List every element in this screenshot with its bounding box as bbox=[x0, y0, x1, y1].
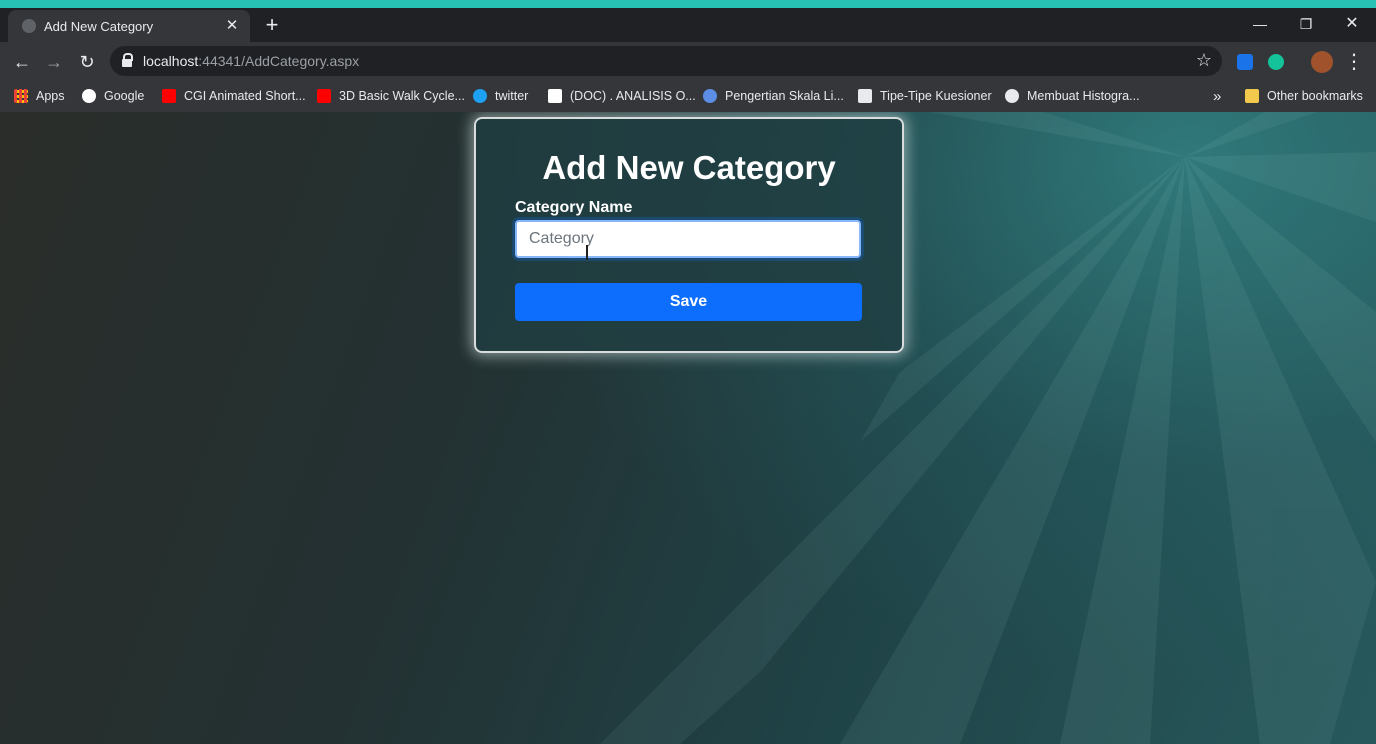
tab-strip: Add New Category ✕ + — ❐ ✕ bbox=[0, 8, 1376, 42]
bookmark-membuat-histogram[interactable]: Membuat Histogra... bbox=[1005, 86, 1140, 106]
text-cursor-icon bbox=[586, 245, 588, 260]
bookmark-tipe-tipe-kuesioner[interactable]: Tipe-Tipe Kuesioner bbox=[858, 86, 992, 106]
window-top-band bbox=[0, 0, 1376, 8]
tab-add-new-category[interactable]: Add New Category ✕ bbox=[8, 10, 250, 42]
back-button[interactable]: ← bbox=[10, 50, 34, 74]
grammarly-icon[interactable] bbox=[1268, 54, 1284, 70]
add-category-card: Add New Category Category Name Save bbox=[474, 117, 904, 353]
bookmark-google[interactable]: Google bbox=[82, 86, 144, 106]
toolbar: ← → ↻ localhost:44341/AddCategory.aspx ☆… bbox=[0, 42, 1376, 80]
bookmark-3d-basic-walk-cycle[interactable]: 3D Basic Walk Cycle... bbox=[317, 86, 465, 106]
globe-icon bbox=[1005, 89, 1019, 103]
bookmark-pengertian-skala[interactable]: Pengertian Skala Li... bbox=[703, 86, 844, 106]
menu-icon[interactable]: ⋮ bbox=[1342, 50, 1366, 74]
site-icon bbox=[858, 89, 872, 103]
page-content: Add New Category Category Name Save bbox=[0, 112, 1376, 744]
bookmarks-bar: Apps Google CGI Animated Short... 3D Bas… bbox=[0, 80, 1376, 112]
page-title: Add New Category bbox=[542, 149, 836, 186]
bookmark-apps[interactable]: Apps bbox=[14, 86, 65, 106]
address-bar[interactable]: localhost:44341/AddCategory.aspx ☆ bbox=[110, 46, 1222, 76]
bookmark-doc-analisis[interactable]: (DOC) . ANALISIS O... bbox=[548, 86, 696, 106]
new-tab-button[interactable]: + bbox=[260, 14, 284, 38]
category-name-label: Category Name bbox=[515, 199, 633, 216]
folder-icon bbox=[1245, 89, 1259, 103]
reload-button[interactable]: ↻ bbox=[75, 50, 99, 74]
tab-close-icon[interactable]: ✕ bbox=[222, 16, 242, 36]
tab-title: Add New Category bbox=[44, 19, 154, 34]
other-bookmarks[interactable]: Other bookmarks bbox=[1245, 86, 1363, 106]
youtube-icon bbox=[317, 89, 331, 103]
bookmark-cgi-animated-short[interactable]: CGI Animated Short... bbox=[162, 86, 306, 106]
lock-icon bbox=[122, 53, 133, 67]
google-icon bbox=[82, 89, 96, 103]
save-button[interactable]: Save bbox=[515, 283, 862, 321]
url-text: localhost:44341/AddCategory.aspx bbox=[143, 53, 360, 69]
close-window-button[interactable]: ✕ bbox=[1332, 10, 1372, 38]
bookmark-star-icon[interactable]: ☆ bbox=[1196, 50, 1212, 71]
category-name-input[interactable] bbox=[515, 220, 861, 258]
browser-chrome: Add New Category ✕ + — ❐ ✕ ← → ↻ localho… bbox=[0, 8, 1376, 112]
minimize-button[interactable]: — bbox=[1240, 10, 1280, 38]
forward-button[interactable]: → bbox=[42, 50, 66, 74]
academia-icon bbox=[548, 89, 562, 103]
restore-button[interactable]: ❐ bbox=[1286, 10, 1326, 38]
extension-icon[interactable] bbox=[1237, 54, 1253, 70]
apps-grid-icon bbox=[14, 89, 28, 103]
avatar[interactable] bbox=[1311, 51, 1333, 73]
bookmarks-overflow-button[interactable]: » bbox=[1213, 86, 1221, 106]
bookmark-twitter[interactable]: twitter bbox=[473, 86, 528, 106]
twitter-icon bbox=[473, 89, 487, 103]
site-icon bbox=[703, 89, 717, 103]
youtube-icon bbox=[162, 89, 176, 103]
globe-icon bbox=[22, 19, 36, 33]
